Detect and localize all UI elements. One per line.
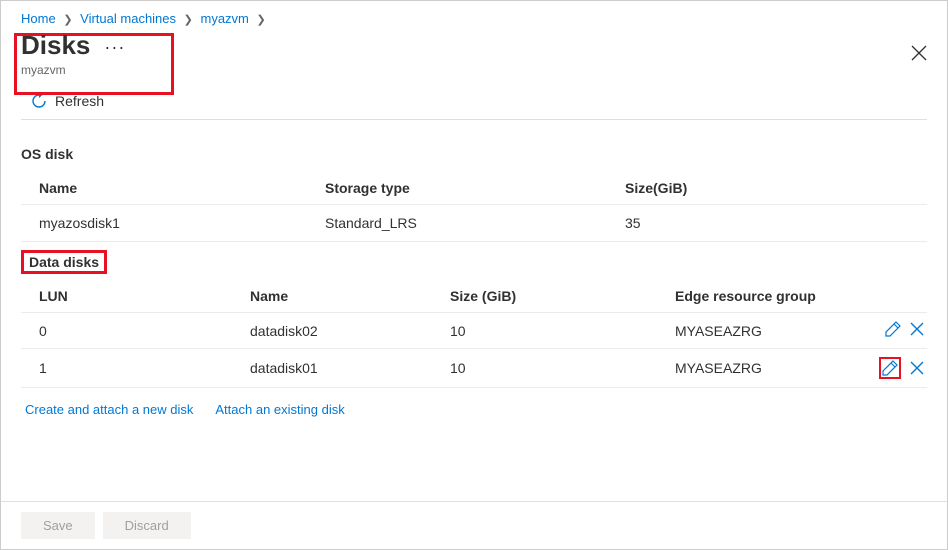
- dd-col-lun: LUN: [21, 280, 246, 313]
- os-disk-size: 35: [621, 205, 927, 242]
- close-icon: [911, 45, 927, 61]
- data-disks-table: LUN Name Size (GiB) Edge resource group …: [21, 280, 927, 388]
- dd-rg: MYASEAZRG: [671, 313, 861, 349]
- os-col-storage: Storage type: [321, 172, 621, 205]
- delete-disk-button[interactable]: [909, 360, 925, 376]
- breadcrumb: Home ❯ Virtual machines ❯ myazvm ❯: [1, 1, 947, 30]
- refresh-icon: [31, 93, 47, 109]
- refresh-label: Refresh: [55, 93, 104, 109]
- pencil-icon: [882, 360, 898, 376]
- os-disk-section-title: OS disk: [21, 132, 927, 172]
- breadcrumb-home[interactable]: Home: [21, 11, 56, 26]
- data-disks-section-title: Data disks: [21, 250, 107, 274]
- os-disk-storage: Standard_LRS: [321, 205, 621, 242]
- dd-col-name: Name: [246, 280, 446, 313]
- pencil-icon: [885, 321, 901, 337]
- edit-disk-button[interactable]: [879, 357, 901, 379]
- os-disk-table: Name Storage type Size(GiB) myazosdisk1 …: [21, 172, 927, 242]
- dd-lun: 1: [21, 349, 246, 388]
- save-button[interactable]: Save: [21, 512, 95, 539]
- os-disk-row: myazosdisk1 Standard_LRS 35: [21, 205, 927, 242]
- footer: Save Discard: [1, 501, 947, 549]
- dd-col-size: Size (GiB): [446, 280, 671, 313]
- chevron-right-icon: ❯: [257, 14, 266, 26]
- chevron-right-icon: ❯: [184, 14, 193, 26]
- attach-existing-disk-link[interactable]: Attach an existing disk: [215, 402, 344, 417]
- page-header: Disks ··· myazvm: [1, 30, 947, 83]
- dd-name: datadisk02: [246, 313, 446, 349]
- edit-disk-button[interactable]: [885, 321, 901, 337]
- more-menu-button[interactable]: ···: [104, 33, 125, 58]
- page-subtitle: myazvm: [21, 63, 927, 77]
- data-disk-row: 0 datadisk02 10 MYASEAZRG: [21, 313, 927, 349]
- create-attach-disk-link[interactable]: Create and attach a new disk: [25, 402, 193, 417]
- dd-size: 10: [446, 349, 671, 388]
- dd-size: 10: [446, 313, 671, 349]
- os-col-name: Name: [21, 172, 321, 205]
- discard-button[interactable]: Discard: [103, 512, 191, 539]
- close-icon: [909, 360, 925, 376]
- refresh-button[interactable]: Refresh: [1, 83, 947, 119]
- breadcrumb-vm-name[interactable]: myazvm: [201, 11, 249, 26]
- breadcrumb-virtual-machines[interactable]: Virtual machines: [80, 11, 176, 26]
- dd-rg: MYASEAZRG: [671, 349, 861, 388]
- dd-lun: 0: [21, 313, 246, 349]
- dd-name: datadisk01: [246, 349, 446, 388]
- os-disk-name: myazosdisk1: [21, 205, 321, 242]
- page-title: Disks: [21, 30, 90, 61]
- delete-disk-button[interactable]: [909, 321, 925, 337]
- chevron-right-icon: ❯: [63, 14, 72, 26]
- os-col-size: Size(GiB): [621, 172, 927, 205]
- close-icon: [909, 321, 925, 337]
- data-disk-row: 1 datadisk01 10 MYASEAZRG: [21, 349, 927, 388]
- close-button[interactable]: [911, 45, 927, 66]
- dd-col-rg: Edge resource group: [671, 280, 861, 313]
